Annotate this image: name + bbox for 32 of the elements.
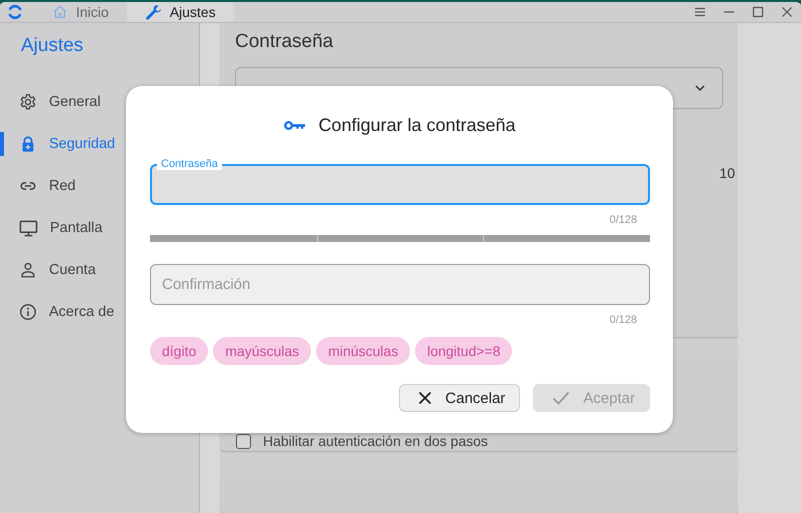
section-heading: Contraseña [235,31,334,53]
tab[interactable]: Ajustes [126,2,234,22]
maximize-icon[interactable] [752,6,764,18]
checkbox[interactable] [236,434,251,448]
floating-label: Contraseña [157,158,222,170]
input-field[interactable]: Confirmación [150,264,650,305]
setting-text: 10 [719,165,735,181]
wrench-icon [144,4,162,20]
home-icon [52,4,68,20]
tab[interactable]: Inicio [34,2,127,22]
sidebar-item[interactable]: Pantalla [0,207,199,249]
character-counter: 0/128 [608,313,638,328]
checkbox-label: Habilitar autenticación en dos pasos [263,433,488,449]
gear-icon [19,93,37,111]
character-counter: 0/128 [608,213,638,228]
close-icon [418,391,432,405]
key-icon [284,120,306,130]
dialog-title: Configurar la contraseña [318,114,516,136]
info-icon [19,303,37,321]
requirement-tag: minúsculas [316,337,410,365]
cancel-button[interactable]: Cancelar [399,384,520,412]
sidebar-title: Ajustes [20,34,84,58]
requirement-tag: longitud>=8 [415,337,512,365]
person-icon [19,261,37,279]
requirement-tag: mayúsculas [213,337,312,365]
requirement-tag: dígito [150,337,208,365]
close-icon[interactable] [781,6,793,18]
sidebar-item[interactable]: General [0,81,199,123]
monitor-icon [19,218,38,238]
menu-icon[interactable] [694,6,706,18]
app-logo-icon [6,3,24,21]
check-icon [552,391,570,405]
